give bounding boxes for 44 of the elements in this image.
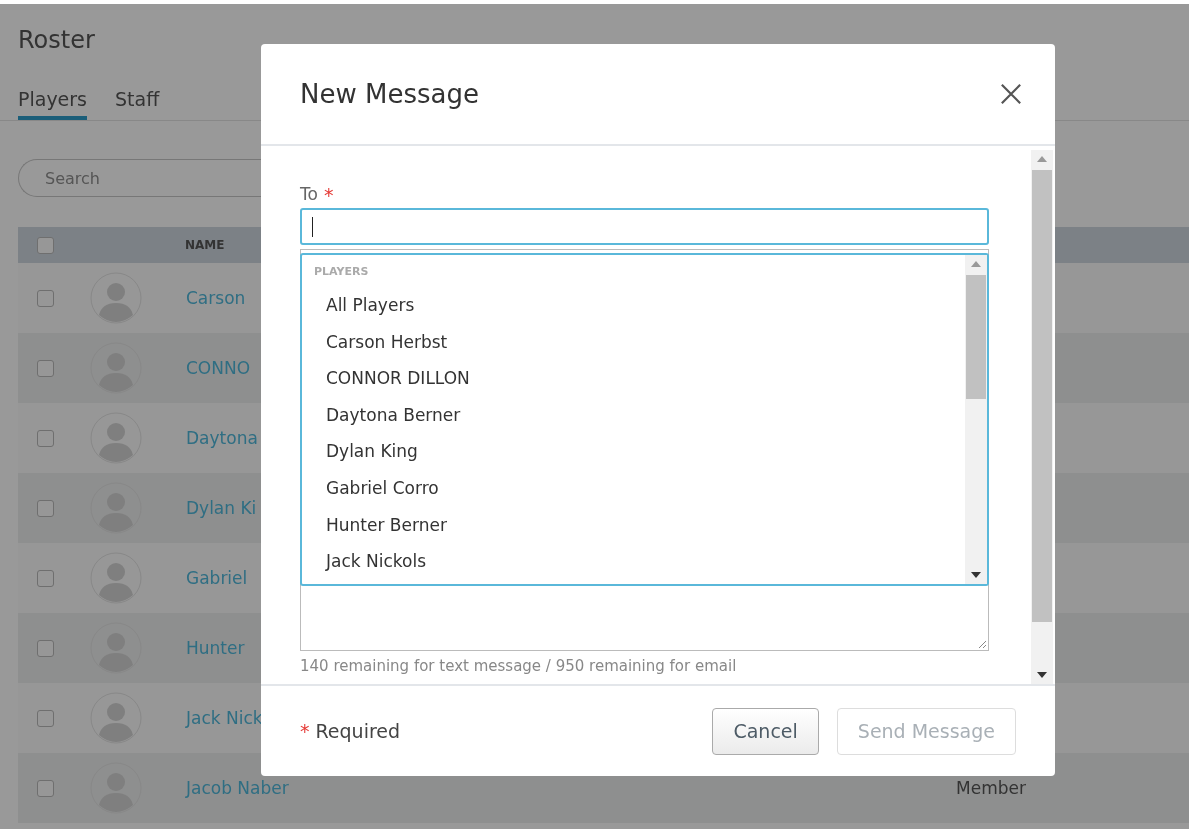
avatar-icon — [90, 412, 142, 464]
checkbox[interactable] — [37, 569, 54, 587]
checkbox[interactable] — [37, 779, 54, 797]
dropdown-option[interactable]: All Players — [314, 287, 965, 324]
avatar-icon — [90, 552, 142, 604]
table-cell: Member — [956, 778, 1026, 798]
checkbox[interactable] — [37, 429, 54, 447]
required-mark: * — [300, 720, 310, 742]
checkbox[interactable] — [37, 709, 54, 727]
dropdown-option[interactable]: Dylan King — [314, 433, 965, 470]
page-title: Roster — [18, 26, 96, 56]
dropdown-option[interactable]: Daytona Berner — [314, 396, 965, 434]
resize-grip-icon[interactable] — [977, 639, 987, 649]
dropdown-option[interactable]: Carson Herbst — [314, 323, 965, 361]
checkbox[interactable] — [37, 499, 54, 517]
character-counter: 140 remaining for text message / 950 remaining for email — [300, 657, 738, 675]
scroll-up-icon[interactable] — [1037, 156, 1047, 162]
dialog-title: New Message — [300, 79, 479, 109]
cancel-button[interactable]: Cancel — [712, 707, 819, 755]
tab[interactable]: Staff — [115, 88, 160, 120]
checkbox[interactable] — [37, 359, 54, 377]
scrollbar[interactable] — [1031, 150, 1053, 684]
tab[interactable]: Players — [18, 88, 88, 120]
recipient-field[interactable] — [300, 208, 989, 245]
avatar-icon — [90, 272, 142, 324]
required-note: Required — [315, 720, 401, 742]
text-cursor — [312, 216, 313, 237]
scroll-up-icon[interactable] — [971, 261, 981, 267]
avatar-icon — [90, 692, 142, 744]
dropdown-option[interactable]: Gabriel Corro — [314, 469, 965, 507]
group-heading: PLAYERS — [314, 265, 370, 280]
close-icon[interactable] — [1000, 83, 1022, 105]
checkbox[interactable] — [37, 236, 54, 254]
column-header: NAME — [185, 238, 225, 252]
dropdown-option[interactable]: Jack Nickols — [314, 543, 965, 580]
scroll-down-icon[interactable] — [971, 572, 981, 578]
dropdown-option[interactable]: Hunter Berner — [314, 506, 965, 544]
checkbox[interactable] — [37, 289, 54, 307]
required-mark: * — [323, 184, 334, 208]
dropdown-option[interactable]: CONNOR DILLON — [314, 360, 965, 397]
scroll-down-icon[interactable] — [1037, 672, 1047, 678]
field-label: To — [300, 184, 318, 206]
scrollbar[interactable] — [965, 255, 987, 584]
checkbox[interactable] — [37, 639, 54, 657]
